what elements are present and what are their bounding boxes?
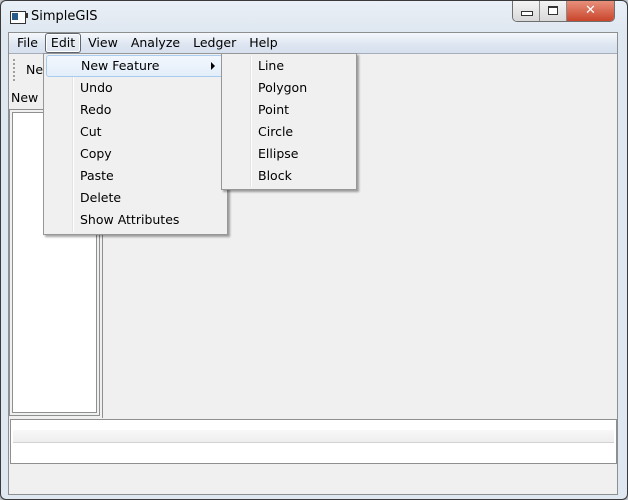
window-title: SimpleGIS xyxy=(31,9,98,24)
submenu-item-polygon[interactable]: Polygon xyxy=(224,77,354,99)
submenu-item-circle[interactable]: Circle xyxy=(224,121,354,143)
menu-item-new-feature[interactable]: New Feature xyxy=(46,55,225,77)
menu-bar: File Edit View Analyze Ledger Help xyxy=(9,33,617,54)
menu-help[interactable]: Help xyxy=(243,33,284,53)
submenu-item-block[interactable]: Block xyxy=(224,165,354,187)
close-icon: ✕ xyxy=(585,3,596,18)
menu-item-show-attributes[interactable]: Show Attributes xyxy=(46,209,225,231)
submenu-arrow-icon xyxy=(211,62,215,70)
submenu-item-ellipse[interactable]: Ellipse xyxy=(224,143,354,165)
app-icon xyxy=(10,11,28,24)
attribute-table[interactable] xyxy=(10,419,617,464)
menu-edit[interactable]: Edit xyxy=(44,33,82,53)
new-feature-submenu: Line Polygon Point Circle Ellipse Block xyxy=(221,53,357,190)
submenu-item-point[interactable]: Point xyxy=(224,99,354,121)
menu-view[interactable]: View xyxy=(82,33,124,53)
minimize-button[interactable] xyxy=(513,1,540,21)
panel-tab-new[interactable]: New xyxy=(11,90,38,105)
menu-file[interactable]: File xyxy=(11,33,44,53)
menu-ledger[interactable]: Ledger xyxy=(187,33,242,53)
title-bar[interactable]: SimpleGIS ✕ xyxy=(1,1,627,33)
menu-item-paste[interactable]: Paste xyxy=(46,165,225,187)
maximize-button[interactable] xyxy=(540,1,567,21)
toolbar-grip-handle[interactable] xyxy=(13,59,17,81)
menu-item-undo[interactable]: Undo xyxy=(46,77,225,99)
status-bar xyxy=(10,465,615,492)
menu-item-label: New Feature xyxy=(81,58,160,73)
edit-menu-dropdown: New Feature Undo Redo Cut Copy Paste Del… xyxy=(43,53,228,235)
menu-analyze[interactable]: Analyze xyxy=(125,33,186,53)
submenu-item-line[interactable]: Line xyxy=(224,55,354,77)
attribute-table-header xyxy=(13,430,614,443)
menu-item-delete[interactable]: Delete xyxy=(46,187,225,209)
close-button[interactable]: ✕ xyxy=(567,1,614,21)
menu-item-redo[interactable]: Redo xyxy=(46,99,225,121)
caption-buttons: ✕ xyxy=(512,1,615,22)
menu-item-copy[interactable]: Copy xyxy=(46,143,225,165)
menu-item-cut[interactable]: Cut xyxy=(46,121,225,143)
